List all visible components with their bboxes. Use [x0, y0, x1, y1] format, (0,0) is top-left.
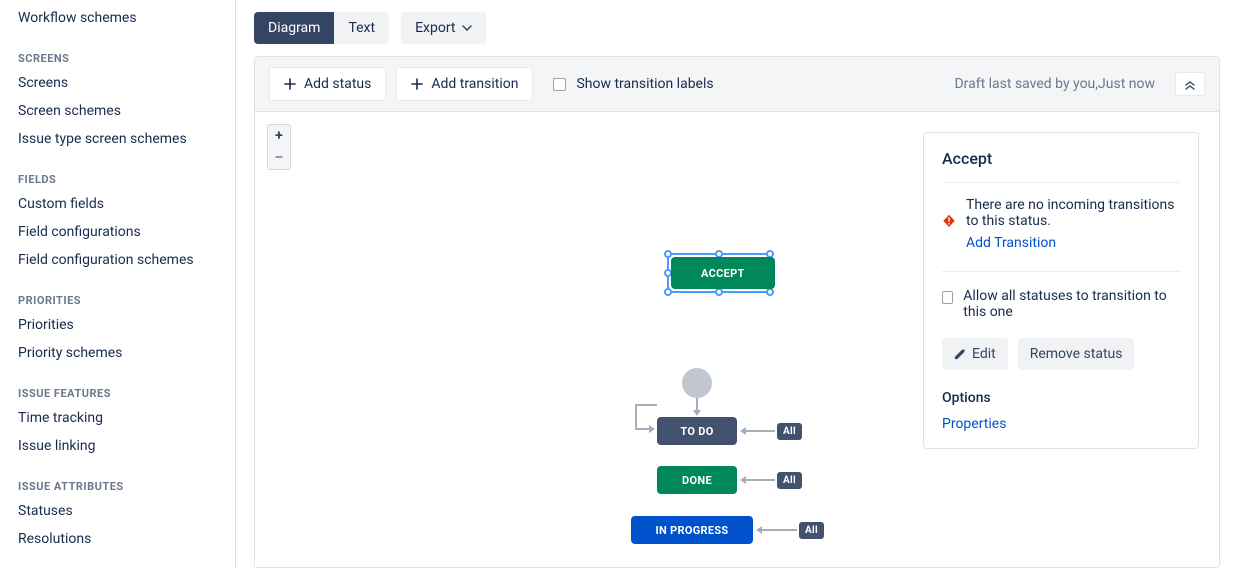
transition-all-badge-inprogress[interactable]: All: [799, 522, 824, 539]
chevron-down-icon: [462, 25, 472, 31]
transition-all-badge-done[interactable]: All: [777, 472, 802, 489]
workflow-start-node[interactable]: [682, 368, 712, 398]
plus-icon: [284, 78, 296, 90]
add-status-button[interactable]: Add status: [269, 67, 386, 101]
remove-status-label: Remove status: [1030, 346, 1123, 362]
workflow-canvas[interactable]: + – ACCEPT: [255, 112, 1219, 567]
sidebar-header-screens: SCREENS: [0, 32, 235, 69]
add-transition-link[interactable]: Add Transition: [966, 235, 1056, 251]
sidebar-header-priorities: PRIORITIES: [0, 274, 235, 311]
status-detail-panel: Accept There are no incoming transitions…: [923, 132, 1199, 449]
export-dropdown[interactable]: Export: [401, 12, 485, 44]
zoom-out-button[interactable]: –: [268, 147, 290, 169]
allow-all-toggle[interactable]: Allow all statuses to transition to this…: [942, 288, 1180, 320]
panel-warning-text: There are no incoming transitions to thi…: [966, 197, 1180, 229]
workflow-toolbar: Add status Add transition Show transitio…: [255, 57, 1219, 112]
main-content: Diagram Text Export Add status Add trans…: [236, 0, 1236, 568]
allow-all-text: Allow all statuses to transition to this…: [963, 288, 1180, 320]
panel-title: Accept: [942, 149, 1180, 168]
export-label: Export: [415, 20, 455, 36]
sidebar-item-screens[interactable]: Screens: [0, 69, 235, 97]
sidebar-item-priorities[interactable]: Priorities: [0, 311, 235, 339]
panel-warning: There are no incoming transitions to thi…: [942, 197, 1180, 251]
status-node-done[interactable]: DONE: [657, 466, 737, 494]
sidebar-item-field-configuration-schemes[interactable]: Field configuration schemes: [0, 246, 235, 274]
pencil-icon: [954, 348, 966, 360]
checkbox-icon: [942, 291, 953, 304]
sidebar-header-fields: FIELDS: [0, 153, 235, 190]
sidebar-header-issue-features: ISSUE FEATURES: [0, 367, 235, 404]
tabs-row: Diagram Text Export: [254, 12, 1220, 44]
checkbox-icon: [553, 78, 566, 91]
draft-saved-message: Draft last saved by you,Just now: [954, 76, 1155, 92]
show-transition-labels-toggle[interactable]: Show transition labels: [553, 76, 713, 92]
sidebar-item-issue-linking[interactable]: Issue linking: [0, 432, 235, 460]
properties-link[interactable]: Properties: [942, 416, 1006, 432]
edit-label: Edit: [972, 346, 996, 362]
tab-text[interactable]: Text: [334, 12, 389, 44]
sidebar-item-priority-schemes[interactable]: Priority schemes: [0, 339, 235, 367]
remove-status-button[interactable]: Remove status: [1018, 338, 1135, 370]
zoom-controls: + –: [267, 124, 291, 170]
status-node-accept[interactable]: ACCEPT: [671, 257, 775, 289]
sidebar-item-statuses[interactable]: Statuses: [0, 497, 235, 525]
chevron-double-up-icon: [1184, 78, 1196, 90]
zoom-in-button[interactable]: +: [268, 125, 290, 147]
workflow-content-box: Add status Add transition Show transitio…: [254, 56, 1220, 568]
edit-status-button[interactable]: Edit: [942, 338, 1008, 370]
add-transition-label: Add transition: [431, 76, 518, 92]
transition-all-badge-todo[interactable]: All: [777, 423, 802, 440]
warning-icon: [942, 213, 956, 251]
show-transition-labels-text: Show transition labels: [576, 76, 713, 92]
sidebar-item-custom-fields[interactable]: Custom fields: [0, 190, 235, 218]
sidebar-item-screen-schemes[interactable]: Screen schemes: [0, 97, 235, 125]
sidebar-item-field-configurations[interactable]: Field configurations: [0, 218, 235, 246]
sidebar-item-resolutions[interactable]: Resolutions: [0, 525, 235, 553]
admin-sidebar: Workflow schemes SCREENS Screens Screen …: [0, 0, 236, 568]
add-status-label: Add status: [304, 76, 371, 92]
add-transition-button[interactable]: Add transition: [396, 67, 533, 101]
status-node-todo[interactable]: TO DO: [657, 417, 737, 445]
plus-icon: [411, 78, 423, 90]
sidebar-header-issue-attributes: ISSUE ATTRIBUTES: [0, 460, 235, 497]
collapse-panel-button[interactable]: [1175, 72, 1205, 96]
sidebar-item-workflow-schemes[interactable]: Workflow schemes: [0, 4, 235, 32]
tab-diagram[interactable]: Diagram: [254, 12, 334, 44]
sidebar-item-issue-type-screen-schemes[interactable]: Issue type screen schemes: [0, 125, 235, 153]
panel-options-header: Options: [942, 390, 1180, 406]
view-mode-tabs: Diagram Text: [254, 12, 389, 44]
sidebar-item-time-tracking[interactable]: Time tracking: [0, 404, 235, 432]
status-node-inprogress[interactable]: IN PROGRESS: [631, 516, 753, 544]
